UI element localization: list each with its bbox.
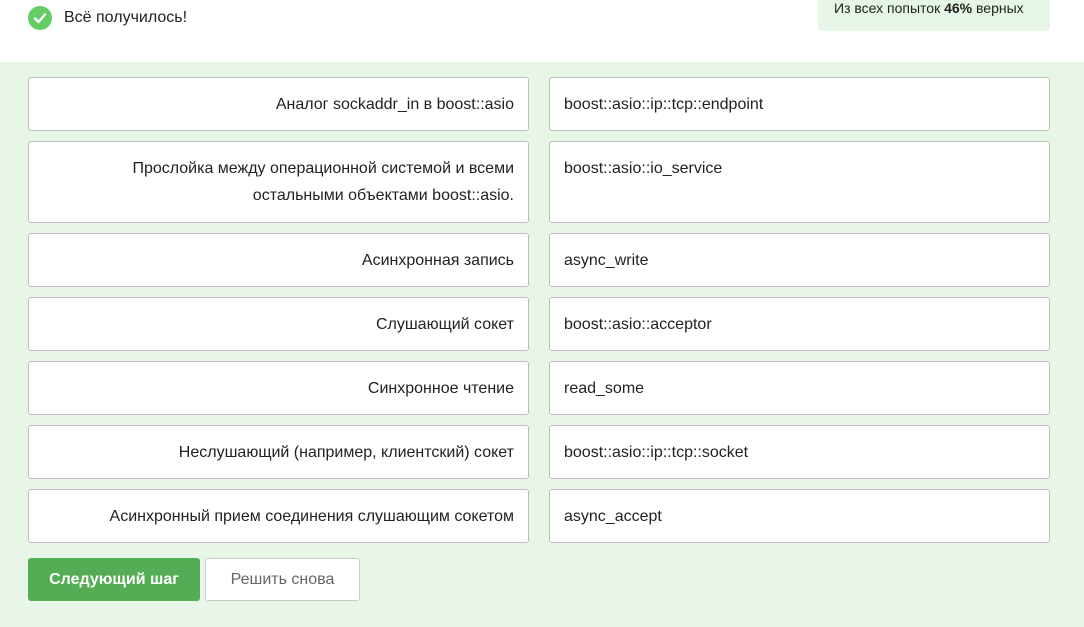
attempts-stats-text: Из всех попыток 46% верных: [834, 0, 1024, 16]
next-step-button[interactable]: Следующий шаг: [28, 558, 200, 601]
definition-cell[interactable]: async_accept: [549, 489, 1050, 543]
definition-cell[interactable]: boost::asio::acceptor: [549, 297, 1050, 351]
status-message: Всё получилось!: [64, 9, 188, 26]
term-cell: Прослойка между операционной системой и …: [28, 141, 529, 223]
stats-percent: 46%: [944, 0, 973, 16]
term-cell: Асинхронный прием соединения слушающим с…: [28, 489, 529, 543]
checkmark-circle-icon: [28, 6, 52, 30]
stats-suffix: верных: [976, 0, 1024, 16]
attempts-stats: Из всех попыток 46% верных: [818, 0, 1050, 31]
term-cell: Слушающий сокет: [28, 297, 529, 351]
definition-cell[interactable]: async_write: [549, 233, 1050, 287]
term-cell: Неслушающий (например, клиентский) сокет: [28, 425, 529, 479]
definition-cell[interactable]: boost::asio::io_service: [549, 141, 1050, 223]
stats-prefix: Из всех попыток: [834, 0, 941, 16]
definition-cell[interactable]: boost::asio::ip::tcp::endpoint: [549, 77, 1050, 131]
term-cell: Асинхронная запись: [28, 233, 529, 287]
definition-cell[interactable]: boost::asio::ip::tcp::socket: [549, 425, 1050, 479]
term-cell: Аналог sockaddr_in в boost::asio: [28, 77, 529, 131]
solve-again-button[interactable]: Решить снова: [205, 558, 360, 601]
definition-cell[interactable]: read_some: [549, 361, 1050, 415]
term-cell: Синхронное чтение: [28, 361, 529, 415]
status-row: Всё получилось! Из всех попыток 46% верн…: [0, 0, 1084, 62]
